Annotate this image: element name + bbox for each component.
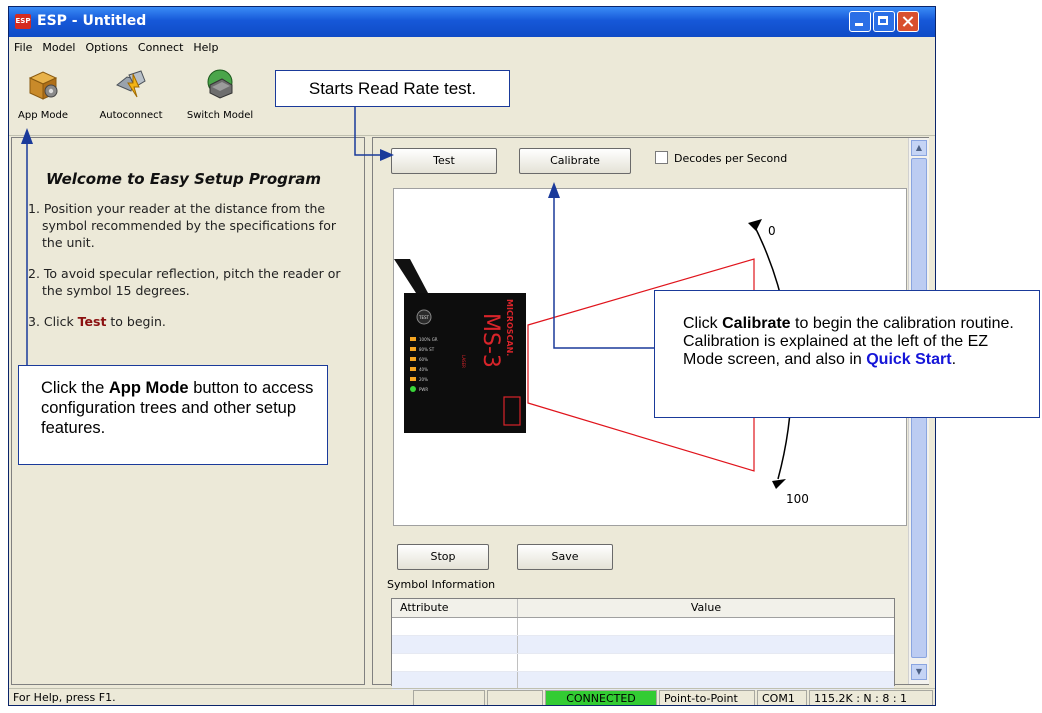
scale-arrowhead-bottom xyxy=(772,479,786,489)
menu-bar: File Model Options Connect Help xyxy=(9,38,935,58)
symbol-info-table: Attribute Value xyxy=(391,598,895,690)
menu-file[interactable]: File xyxy=(9,38,37,57)
value-cell xyxy=(518,672,894,689)
menu-options[interactable]: Options xyxy=(80,38,132,57)
scroll-up-arrow-icon[interactable]: ▲ xyxy=(911,140,927,156)
maximize-button[interactable] xyxy=(873,11,895,32)
led-5 xyxy=(410,377,416,381)
table-row[interactable] xyxy=(392,636,894,654)
step-3: 3. Click Test to begin. xyxy=(28,313,358,330)
led-label-power: PWR xyxy=(419,387,428,392)
table-row[interactable] xyxy=(392,654,894,672)
scroll-down-arrow-icon[interactable]: ▼ xyxy=(911,664,927,680)
scale-bottom-label: 100 xyxy=(786,492,809,506)
scale-top-label: 0 xyxy=(768,224,776,238)
reader-model-label: MS-3 xyxy=(478,313,503,368)
reader-cable xyxy=(394,259,428,293)
value-cell xyxy=(518,618,894,635)
status-mode: Point-to-Point xyxy=(659,690,755,705)
reader-button-label: TEST xyxy=(418,315,430,320)
led-2 xyxy=(410,347,416,351)
decodes-per-second-option[interactable]: Decodes per Second xyxy=(655,151,787,165)
switch-model-icon xyxy=(207,69,233,99)
step-3-suffix: to begin. xyxy=(106,314,166,329)
app-mode-icon xyxy=(28,71,58,100)
value-cell xyxy=(518,654,894,671)
switch-model-label: Switch Model xyxy=(186,110,254,121)
minimize-button[interactable] xyxy=(849,11,871,32)
switch-model-button[interactable]: Switch Model xyxy=(179,65,261,121)
led-1 xyxy=(410,337,416,341)
scale-arrowhead-top xyxy=(748,219,762,231)
status-bar: For Help, press F1. CONNECTED Point-to-P… xyxy=(9,688,935,705)
callout-calibrate-keyword: Calibrate xyxy=(722,315,791,332)
decodes-per-second-checkbox[interactable] xyxy=(655,151,668,164)
stop-button[interactable]: Stop xyxy=(397,544,489,570)
status-help: For Help, press F1. xyxy=(13,691,116,704)
step-3-prefix: 3. Click xyxy=(28,314,78,329)
save-button[interactable]: Save xyxy=(517,544,613,570)
led-power xyxy=(410,386,416,392)
callout-app-mode-keyword: App Mode xyxy=(108,379,189,397)
menu-help[interactable]: Help xyxy=(188,38,223,57)
table-header: Attribute Value xyxy=(392,599,894,618)
menu-model[interactable]: Model xyxy=(37,38,80,57)
attribute-cell xyxy=(392,618,518,635)
callout-calibrate-text-3: . xyxy=(951,351,957,368)
status-settings: 115.2K : N : 8 : 1 xyxy=(809,690,933,705)
callout-test: Starts Read Rate test. xyxy=(275,70,510,107)
test-button[interactable]: Test xyxy=(391,148,497,174)
led-label-5: 20% xyxy=(419,377,428,382)
setup-steps: 1. Position your reader at the distance … xyxy=(28,200,358,344)
app-mode-label: App Mode xyxy=(18,110,68,121)
led-4 xyxy=(410,367,416,371)
callout-calibrate: Click Calibrate to begin the calibration… xyxy=(654,290,1040,418)
led-label-1: 100% GR xyxy=(419,337,438,342)
value-cell xyxy=(518,636,894,653)
callout-quick-start-link: Quick Start xyxy=(866,351,952,368)
autoconnect-button[interactable]: Autoconnect xyxy=(93,65,169,121)
welcome-heading: Welcome to Easy Setup Program xyxy=(46,170,322,188)
reader-laser-label: LASER xyxy=(461,355,466,368)
close-button[interactable] xyxy=(897,11,919,32)
table-row[interactable] xyxy=(392,618,894,636)
led-label-3: 60% xyxy=(419,357,428,362)
menu-connect[interactable]: Connect xyxy=(133,38,188,57)
callout-calibrate-text-1: Click xyxy=(683,315,723,332)
column-value[interactable]: Value xyxy=(518,599,894,617)
status-connection: CONNECTED xyxy=(545,690,657,705)
attribute-cell xyxy=(392,654,518,671)
step-2: 2. To avoid specular reflection, pitch t… xyxy=(28,266,341,298)
window-title: ESP - Untitled xyxy=(37,13,147,29)
autoconnect-label: Autoconnect xyxy=(99,110,163,121)
callout-app-mode: Click the App Mode button to access conf… xyxy=(18,365,328,465)
attribute-cell xyxy=(392,636,518,653)
esp-app-icon: ESP xyxy=(15,14,31,29)
step-3-test-word: Test xyxy=(77,314,107,329)
status-port: COM1 xyxy=(757,690,807,705)
symbol-information-label: Symbol Information xyxy=(387,578,496,591)
decodes-per-second-label: Decodes per Second xyxy=(674,152,788,165)
column-attribute[interactable]: Attribute xyxy=(392,599,518,617)
title-bar: ESP ESP - Untitled xyxy=(9,7,935,37)
callout-app-mode-text-1: Click the xyxy=(41,379,109,397)
led-label-4: 40% xyxy=(419,367,428,372)
calibrate-button[interactable]: Calibrate xyxy=(519,148,631,174)
status-pane-empty-2 xyxy=(487,690,543,705)
attribute-cell xyxy=(392,672,518,689)
app-mode-button[interactable]: App Mode xyxy=(15,65,71,121)
led-label-2: 80% ST xyxy=(419,347,435,352)
step-1: 1. Position your reader at the distance … xyxy=(28,201,336,250)
reader-brand-label: MICROSCAN. xyxy=(505,299,514,356)
led-3 xyxy=(410,357,416,361)
status-pane-empty-1 xyxy=(413,690,485,705)
autoconnect-icon xyxy=(116,70,146,98)
